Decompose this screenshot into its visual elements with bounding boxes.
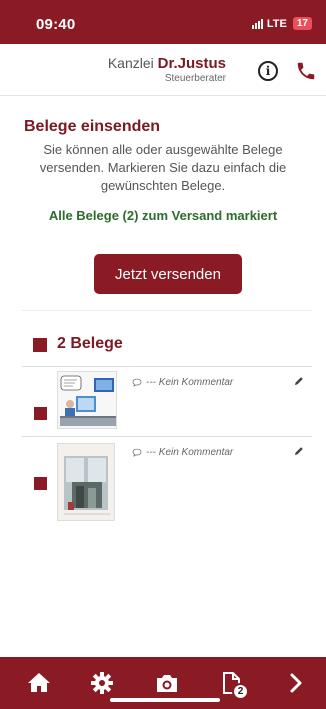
brand-subtitle: Steuerberater: [164, 73, 226, 84]
chevron-right-icon[interactable]: [283, 670, 309, 696]
speech-bubble-icon: [132, 378, 142, 387]
phone-icon[interactable]: [295, 60, 317, 82]
document-thumbnail[interactable]: [57, 443, 115, 521]
home-indicator[interactable]: [110, 698, 220, 702]
signal-icon: [251, 18, 263, 29]
camera-icon[interactable]: [154, 670, 180, 696]
marked-status: Alle Belege (2) zum Versand markiert: [48, 208, 278, 223]
comment-text: --- Kein Kommentar: [146, 377, 234, 388]
status-indicators: LTE 17: [251, 17, 312, 30]
info-icon[interactable]: i: [258, 61, 278, 81]
divider: [22, 310, 312, 311]
document-checkbox[interactable]: [34, 407, 47, 420]
cartoon-receipt-image: [58, 372, 116, 428]
select-all-checkbox[interactable]: [33, 338, 47, 352]
home-icon[interactable]: [26, 670, 52, 696]
comment: --- Kein Kommentar: [132, 447, 233, 458]
gear-icon[interactable]: [89, 670, 115, 696]
speech-bubble-icon: [132, 448, 142, 457]
documents-count-title: 2 Belege: [57, 335, 123, 352]
intro-text: Sie können alle oder ausgewählte Belege …: [39, 142, 287, 193]
document-checkbox[interactable]: [34, 477, 47, 490]
documents-badge: 2: [232, 683, 249, 700]
list-item[interactable]: --- Kein Kommentar: [22, 366, 312, 436]
send-now-button[interactable]: Jetzt versenden: [94, 254, 242, 294]
document-thumbnail[interactable]: [57, 371, 117, 429]
page-title: Belege einsenden: [24, 118, 161, 135]
status-bar: 09:40 LTE 17: [0, 0, 326, 44]
pencil-icon[interactable]: [294, 376, 304, 386]
network-type: LTE: [266, 17, 287, 30]
list-item[interactable]: --- Kein Kommentar: [22, 436, 312, 524]
comment: --- Kein Kommentar: [132, 377, 233, 388]
pencil-icon[interactable]: [294, 446, 304, 456]
brand-logo: Kanzlei Dr.Justus Steuerberater: [108, 55, 226, 84]
battery-level: 17: [292, 17, 312, 30]
comment-text: --- Kein Kommentar: [146, 447, 234, 458]
status-time: 09:40: [36, 16, 76, 33]
brand-name: Dr.Justus: [157, 55, 226, 72]
photo-receipt-image: [58, 444, 114, 520]
brand-prefix: Kanzlei: [107, 55, 154, 71]
